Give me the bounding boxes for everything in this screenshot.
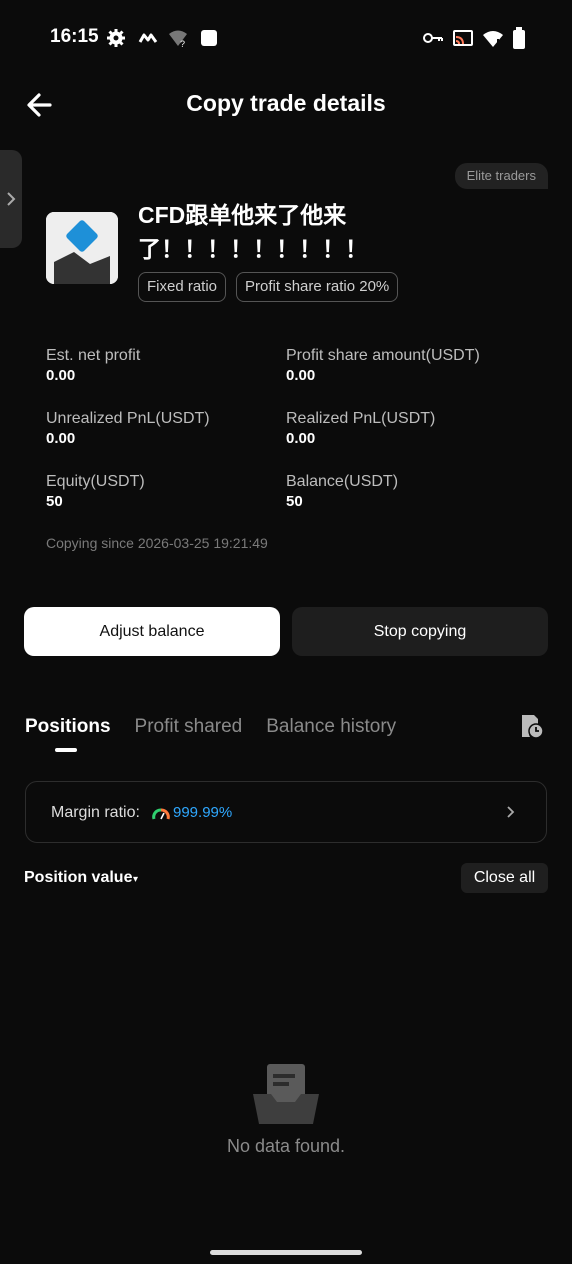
- stat-value: 50: [286, 493, 303, 510]
- stat-equity: Equity(USDT) 50: [46, 472, 276, 512]
- chevron-right-icon: [507, 806, 515, 818]
- empty-state-text: No data found.: [226, 1136, 346, 1156]
- elite-badge: Elite traders: [454, 163, 548, 189]
- tab-bar: Positions Profit shared Balance history: [25, 714, 396, 740]
- position-value-sort[interactable]: Position value: [24, 869, 132, 887]
- stat-label: Realized PnL(USDT): [286, 410, 436, 427]
- key-icon: [423, 33, 443, 43]
- stop-copying-button[interactable]: Stop copying: [292, 607, 548, 656]
- trader-name: CFD跟单他来了他来了！！！！！！！！！: [138, 202, 368, 262]
- status-time: 16:15: [50, 26, 99, 47]
- stat-value: 0.00: [286, 430, 316, 447]
- stat-profit-share-amount: Profit share amount(USDT) 0.00: [286, 346, 516, 386]
- screen: 16:15 ? Copy trade details Elite traders…: [0, 0, 572, 1264]
- stat-value: 0.00: [286, 367, 316, 384]
- stat-est-net-profit: Est. net profit 0.00: [46, 346, 276, 386]
- page-title: Copy trade details: [186, 90, 386, 116]
- close-all-button[interactable]: Close all: [461, 863, 548, 893]
- side-drawer-handle[interactable]: [0, 150, 22, 248]
- stat-label: Equity(USDT): [46, 473, 145, 490]
- margin-ratio-card[interactable]: Margin ratio: 999.99%: [25, 781, 547, 843]
- copying-since: Copying since 2026-03-25 19:21:49: [46, 535, 268, 551]
- caret-down-icon[interactable]: ▾: [133, 874, 138, 885]
- avatar-image-icon: [46, 212, 118, 284]
- margin-ratio-value: 999.99%: [173, 804, 233, 821]
- stat-balance: Balance(USDT) 50: [286, 472, 516, 512]
- app-icon: [138, 33, 158, 43]
- gear-icon: [107, 29, 125, 47]
- chevron-right-icon: [7, 192, 16, 206]
- tag-fixed-ratio: Fixed ratio: [138, 272, 227, 302]
- stat-label: Unrealized PnL(USDT): [46, 410, 210, 427]
- wifi-icon: [483, 31, 503, 47]
- status-right: [422, 27, 526, 49]
- stat-value: 0.00: [46, 367, 76, 384]
- square-icon: [201, 30, 217, 46]
- tab-profit-shared[interactable]: Profit shared: [135, 714, 243, 740]
- cast-icon: [453, 30, 473, 46]
- active-tab-indicator: [55, 748, 77, 752]
- home-indicator[interactable]: [210, 1250, 362, 1255]
- stat-realized-pnl: Realized PnL(USDT) 0.00: [286, 409, 516, 449]
- tab-balance-history[interactable]: Balance history: [266, 714, 396, 740]
- margin-ratio-label: Margin ratio:: [51, 804, 140, 821]
- gauge-icon: [152, 808, 170, 820]
- svg-text:?: ?: [180, 39, 185, 48]
- empty-folder-icon: [253, 1064, 319, 1124]
- stat-unrealized-pnl: Unrealized PnL(USDT) 0.00: [46, 409, 276, 449]
- battery-icon: [513, 27, 525, 49]
- tag-profit-share: Profit share ratio 20%: [236, 272, 399, 302]
- history-clock-icon[interactable]: [518, 713, 544, 739]
- stat-label: Balance(USDT): [286, 473, 399, 490]
- tab-positions[interactable]: Positions: [25, 714, 111, 740]
- trader-tags: Fixed ratio Profit share ratio 20%: [138, 272, 399, 302]
- stat-label: Profit share amount(USDT): [286, 347, 480, 364]
- status-bar: 16:15 ?: [0, 0, 572, 76]
- stat-label: Est. net profit: [46, 347, 141, 364]
- stat-value: 50: [46, 493, 63, 510]
- stat-value: 0.00: [46, 430, 76, 447]
- wifi-question-icon: ?: [169, 30, 187, 48]
- adjust-balance-button[interactable]: Adjust balance: [24, 607, 280, 656]
- trader-avatar: [46, 212, 118, 284]
